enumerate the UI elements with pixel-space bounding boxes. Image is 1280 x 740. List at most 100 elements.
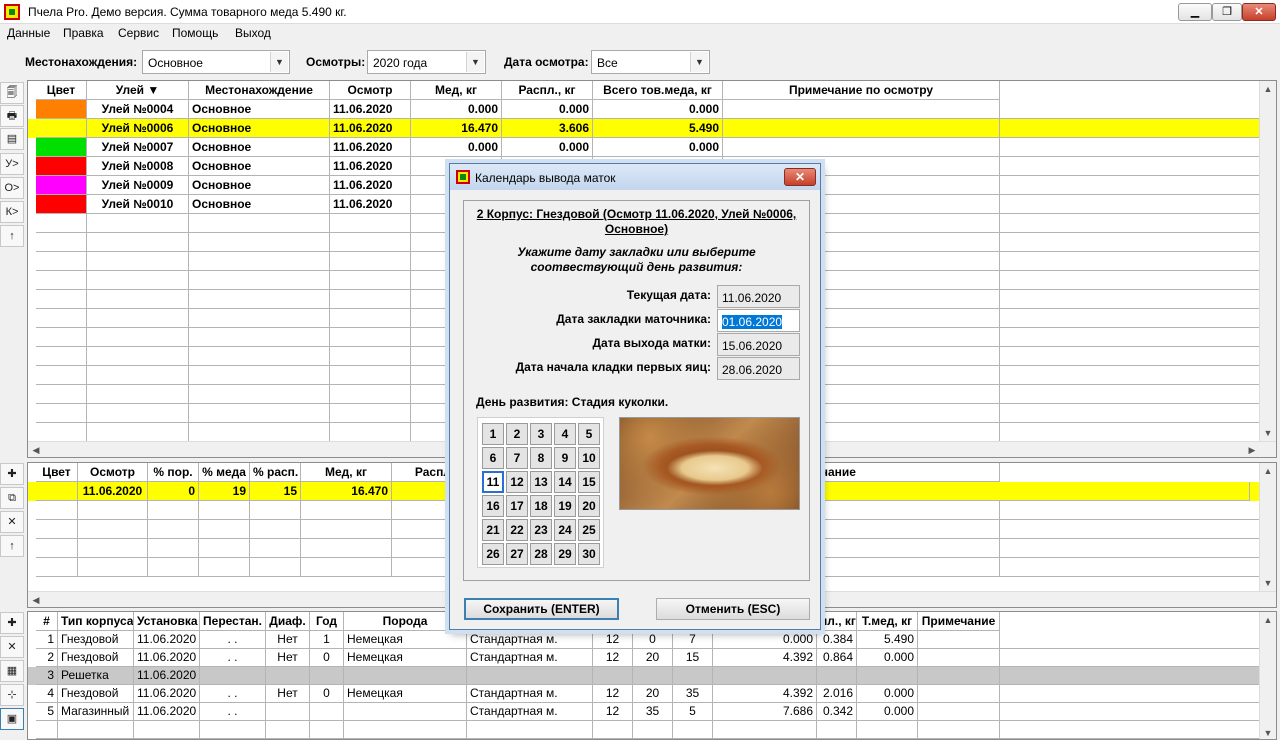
- minimize-button[interactable]: ▁: [1178, 3, 1212, 21]
- col-location[interactable]: Местонахождение: [189, 81, 330, 100]
- table-row[interactable]: 4 Гнездовой 11.06.2020. . Нет 0 Немецкая Станд…: [28, 685, 1260, 703]
- scroll-left-icon[interactable]: ◀: [28, 592, 44, 607]
- day-button-10[interactable]: 10: [578, 447, 600, 469]
- day-button-19[interactable]: 19: [554, 495, 576, 517]
- col-moved[interactable]: Перестан.: [200, 612, 266, 631]
- col-pct-brood[interactable]: % расп.: [250, 463, 301, 482]
- day-button-11[interactable]: 11: [482, 471, 504, 493]
- day-button-16[interactable]: 16: [482, 495, 504, 517]
- table-row[interactable]: Улей №0007 Основное 11.06.2020 0.000 0.000 0.…: [28, 138, 1260, 157]
- date-select[interactable]: Все ▼: [591, 50, 710, 74]
- save-button[interactable]: Сохранить (ENTER): [464, 598, 619, 620]
- inspections-select[interactable]: 2020 года ▼: [367, 50, 486, 74]
- col-number[interactable]: #: [36, 612, 58, 631]
- day-button-17[interactable]: 17: [506, 495, 528, 517]
- hives-vertical-scrollbar[interactable]: ▲ ▼: [1259, 81, 1276, 441]
- location-select[interactable]: Основное ▼: [142, 50, 290, 74]
- queen-calendar-icon[interactable]: ▣: [0, 708, 24, 730]
- day-button-4[interactable]: 4: [554, 423, 576, 445]
- day-button-9[interactable]: 9: [554, 447, 576, 469]
- table-row[interactable]: 3 Решетка 11.06.2020: [28, 667, 1260, 685]
- day-button-15[interactable]: 15: [578, 471, 600, 493]
- day-button-2[interactable]: 2: [506, 423, 528, 445]
- day-button-1[interactable]: 1: [482, 423, 504, 445]
- move-up-icon[interactable]: ↑: [0, 225, 24, 247]
- copy-icon[interactable]: ⧉: [0, 487, 24, 509]
- scroll-down-icon[interactable]: ▼: [1260, 575, 1276, 591]
- chevron-down-icon[interactable]: ▼: [690, 52, 708, 72]
- day-button-5[interactable]: 5: [578, 423, 600, 445]
- maximize-button[interactable]: ❐: [1212, 3, 1242, 21]
- day-button-3[interactable]: 3: [530, 423, 552, 445]
- scroll-up-icon[interactable]: ▲: [1260, 81, 1276, 97]
- col-hive[interactable]: Улей ▼: [87, 81, 189, 100]
- day-button-29[interactable]: 29: [554, 543, 576, 565]
- col-installed[interactable]: Установка: [134, 612, 200, 631]
- delete-icon[interactable]: ✕: [0, 636, 24, 658]
- delete-icon[interactable]: ✕: [0, 511, 24, 533]
- cell-date-input[interactable]: 01.06.2020: [717, 309, 800, 332]
- col-body-type[interactable]: Тип корпуса: [58, 612, 134, 631]
- report-icon[interactable]: ▤: [0, 128, 24, 150]
- col-total[interactable]: Всего тов.меда, кг: [593, 81, 723, 100]
- day-button-30[interactable]: 30: [578, 543, 600, 565]
- move-up-icon[interactable]: ↑: [0, 535, 24, 557]
- col-pct-honey[interactable]: % меда: [199, 463, 250, 482]
- day-button-13[interactable]: 13: [530, 471, 552, 493]
- day-button-28[interactable]: 28: [530, 543, 552, 565]
- menu-exit[interactable]: Выход: [235, 26, 271, 40]
- day-button-25[interactable]: 25: [578, 519, 600, 541]
- col-note[interactable]: Примечание: [918, 612, 1000, 631]
- add-icon[interactable]: ✚: [0, 463, 24, 485]
- day-button-21[interactable]: 21: [482, 519, 504, 541]
- menu-edit[interactable]: Правка: [63, 26, 104, 40]
- col-year[interactable]: Год: [310, 612, 344, 631]
- bodies-vertical-scrollbar[interactable]: ▲ ▼: [1259, 612, 1276, 739]
- menu-service[interactable]: Сервис: [118, 26, 159, 40]
- print-icon[interactable]: 🖶: [0, 105, 24, 127]
- col-inspection[interactable]: Осмотр: [78, 463, 148, 482]
- cancel-button[interactable]: Отменить (ESC): [656, 598, 810, 620]
- body-sort-button[interactable]: К>: [0, 201, 24, 223]
- chevron-down-icon[interactable]: ▼: [466, 52, 484, 72]
- day-button-26[interactable]: 26: [482, 543, 504, 565]
- day-button-7[interactable]: 7: [506, 447, 528, 469]
- col-color[interactable]: Цвет: [36, 81, 87, 100]
- hive-sort-button[interactable]: У>: [0, 153, 24, 175]
- day-button-23[interactable]: 23: [530, 519, 552, 541]
- inspection-sort-button[interactable]: О>: [0, 177, 24, 199]
- scroll-up-icon[interactable]: ▲: [1260, 463, 1276, 479]
- menu-help[interactable]: Помощь: [172, 26, 218, 40]
- col-note[interactable]: чание: [818, 463, 1000, 482]
- table-row[interactable]: 5 Магазинный 11.06.2020. . Стандартная м. 12…: [28, 703, 1260, 721]
- day-button-8[interactable]: 8: [530, 447, 552, 469]
- day-button-27[interactable]: 27: [506, 543, 528, 565]
- scroll-down-icon[interactable]: ▼: [1260, 725, 1276, 739]
- table-row[interactable]: 2 Гнездовой 11.06.2020. . Нет 0 Немецкая Станд…: [28, 649, 1260, 667]
- col-honey[interactable]: Мед, кг: [411, 81, 502, 100]
- scroll-up-icon[interactable]: ▲: [1260, 612, 1276, 628]
- day-button-20[interactable]: 20: [578, 495, 600, 517]
- structure-icon[interactable]: ⊹: [0, 684, 24, 706]
- dialog-title-bar[interactable]: Календарь вывода маток ✕: [450, 164, 820, 190]
- frames-icon[interactable]: ▦: [0, 660, 24, 682]
- day-button-6[interactable]: 6: [482, 447, 504, 469]
- col-brood-kg[interactable]: пл., кг: [817, 612, 857, 631]
- scroll-down-icon[interactable]: ▼: [1260, 425, 1276, 441]
- inspections-vertical-scrollbar[interactable]: ▲ ▼: [1259, 463, 1276, 591]
- col-brood[interactable]: Распл., кг: [502, 81, 593, 100]
- chevron-down-icon[interactable]: ▼: [270, 52, 288, 72]
- day-button-14[interactable]: 14: [554, 471, 576, 493]
- col-pct-empty[interactable]: % пор.: [148, 463, 199, 482]
- menu-data[interactable]: Данные: [7, 26, 50, 40]
- col-diaphragm[interactable]: Диаф.: [266, 612, 310, 631]
- day-button-24[interactable]: 24: [554, 519, 576, 541]
- scroll-left-icon[interactable]: ◀: [28, 442, 44, 457]
- table-row[interactable]: Улей №0004 Основное 11.06.2020 0.000 0.000 0.…: [28, 100, 1260, 119]
- col-color[interactable]: Цвет: [36, 463, 78, 482]
- day-button-18[interactable]: 18: [530, 495, 552, 517]
- col-marketable-honey[interactable]: Т.мед, кг: [857, 612, 918, 631]
- close-button[interactable]: ✕: [1242, 3, 1276, 21]
- col-inspection[interactable]: Осмотр: [330, 81, 411, 100]
- day-button-12[interactable]: 12: [506, 471, 528, 493]
